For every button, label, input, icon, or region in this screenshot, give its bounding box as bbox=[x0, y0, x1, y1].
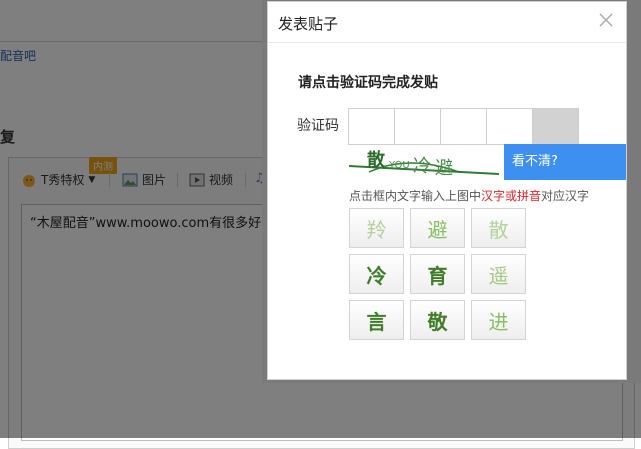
captcha-slot[interactable] bbox=[394, 108, 441, 145]
char-button[interactable]: 言 bbox=[349, 300, 404, 340]
char-button[interactable]: 羚 bbox=[349, 208, 404, 248]
captcha-slot[interactable] bbox=[348, 108, 395, 145]
close-icon bbox=[599, 13, 613, 27]
captcha-hint: 点击框内文字输入上图中汉字或拼音对应汉字 bbox=[349, 187, 589, 204]
hint-prefix: 点击框内文字输入上图中 bbox=[349, 189, 482, 203]
char-button[interactable]: 冷 bbox=[349, 254, 404, 294]
captcha-slot[interactable] bbox=[440, 108, 487, 145]
captcha-slot[interactable] bbox=[532, 108, 579, 145]
dialog-title: 发表贴子 bbox=[278, 15, 339, 33]
char-button[interactable]: 敬 bbox=[410, 300, 465, 340]
close-button[interactable] bbox=[596, 10, 616, 30]
captcha-char: 散 bbox=[367, 149, 386, 171]
hint-suffix: 对应汉字 bbox=[541, 189, 590, 203]
captcha-char: 避 bbox=[435, 158, 453, 179]
refresh-captcha-button[interactable]: 看不清? bbox=[504, 144, 626, 180]
char-button[interactable]: 育 bbox=[410, 254, 465, 294]
captcha-noise: YOU bbox=[388, 160, 410, 171]
captcha-input[interactable] bbox=[348, 108, 579, 145]
captcha-image: 散 YOU 冷 避 bbox=[349, 149, 499, 179]
dialog-header: 发表贴子 bbox=[268, 2, 626, 43]
char-button[interactable]: 遥 bbox=[471, 254, 526, 294]
captcha-instruction: 请点击验证码完成发贴 bbox=[298, 75, 438, 91]
char-button[interactable]: 避 bbox=[410, 208, 465, 248]
captcha-label: 验证码 bbox=[297, 118, 339, 134]
char-button[interactable]: 进 bbox=[471, 300, 526, 340]
char-button[interactable]: 散 bbox=[471, 208, 526, 248]
captcha-char: 冷 bbox=[413, 156, 431, 177]
post-dialog: 发表贴子 请点击验证码完成发贴 验证码 散 YOU 冷 避 看不清? 点击框内文… bbox=[267, 1, 627, 380]
hint-emphasis: 汉字或拼音 bbox=[481, 189, 542, 203]
captcha-slot[interactable] bbox=[486, 108, 533, 145]
char-picker: 羚 避 散 冷 育 遥 言 敬 进 bbox=[349, 208, 526, 340]
